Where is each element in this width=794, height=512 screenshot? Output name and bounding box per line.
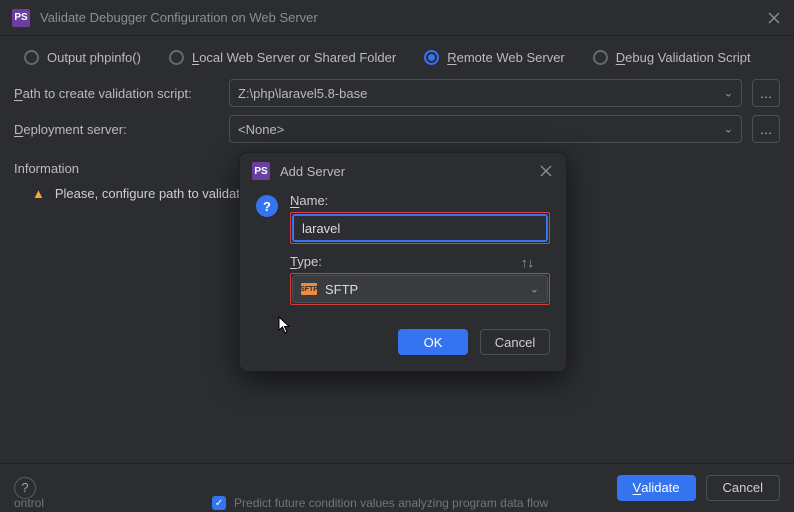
radio-icon: [424, 50, 439, 65]
deployment-value: <None>: [238, 122, 284, 137]
add-server-dialog: PS Add Server ? Name: ↑↓ Type: SFTP SFTP…: [239, 152, 567, 372]
server-type-select[interactable]: SFTP SFTP ⌄: [292, 275, 548, 303]
path-browse-button[interactable]: …: [752, 79, 780, 107]
radio-icon: [593, 50, 608, 65]
type-field-highlight: SFTP SFTP ⌄: [290, 273, 550, 305]
radio-label: Output phpinfo(): [47, 50, 141, 65]
modal-buttons: OK Cancel: [240, 315, 566, 371]
radio-icon: [169, 50, 184, 65]
background-footer: ontrol ✓ Predict future condition values…: [0, 496, 794, 512]
deployment-browse-button[interactable]: …: [752, 115, 780, 143]
radio-remote-server[interactable]: Remote Web Server: [424, 50, 565, 65]
path-input[interactable]: Z:\php\laravel5.8-base ⌄: [229, 79, 742, 107]
chevron-down-icon: ⌄: [724, 87, 733, 100]
radio-label: Debug Validation Script: [616, 50, 751, 65]
warning-icon: ▲: [32, 186, 45, 201]
deployment-select[interactable]: <None> ⌄: [229, 115, 742, 143]
sftp-icon: SFTP: [301, 283, 317, 295]
window-title: Validate Debugger Configuration on Web S…: [40, 10, 318, 25]
name-label: Name:: [290, 193, 550, 208]
chevron-down-icon: ⌄: [530, 283, 539, 296]
modal-close-button[interactable]: [538, 163, 554, 179]
radio-label: Remote Web Server: [447, 50, 565, 65]
app-logo-icon: PS: [12, 9, 30, 27]
main-titlebar: PS Validate Debugger Configuration on We…: [0, 0, 794, 36]
name-field-highlight: [290, 212, 550, 244]
app-logo-icon: PS: [252, 162, 270, 180]
radio-label: Local Web Server or Shared Folder: [192, 50, 396, 65]
modal-cancel-button[interactable]: Cancel: [480, 329, 550, 355]
checkbox-icon: ✓: [212, 496, 226, 510]
deployment-label: Deployment server:: [14, 122, 219, 137]
footer-word: ontrol: [14, 496, 44, 510]
ellipsis-icon: …: [760, 86, 773, 101]
radio-debug-script[interactable]: Debug Validation Script: [593, 50, 751, 65]
chevron-down-icon: ⌄: [724, 123, 733, 136]
deployment-row: Deployment server: <None> ⌄ …: [0, 111, 794, 147]
path-value: Z:\php\laravel5.8-base: [238, 86, 367, 101]
window-close-button[interactable]: [766, 10, 782, 26]
path-row: Path to create validation script: Z:\php…: [0, 75, 794, 111]
footer-hint-text: Predict future condition values analyzin…: [234, 496, 548, 510]
path-label: Path to create validation script:: [14, 86, 219, 101]
modal-title: Add Server: [280, 164, 345, 179]
ok-button[interactable]: OK: [398, 329, 468, 355]
type-label: Type:: [290, 254, 550, 269]
radio-phpinfo[interactable]: Output phpinfo(): [24, 50, 141, 65]
server-name-input[interactable]: [292, 214, 548, 242]
type-value: SFTP: [325, 282, 358, 297]
ellipsis-icon: …: [760, 122, 773, 137]
output-mode-radios: Output phpinfo() Local Web Server or Sha…: [0, 36, 794, 75]
radio-icon: [24, 50, 39, 65]
sort-icon[interactable]: ↑↓: [521, 255, 534, 270]
help-icon[interactable]: ?: [256, 195, 278, 217]
modal-titlebar: PS Add Server: [240, 153, 566, 189]
radio-local-server[interactable]: Local Web Server or Shared Folder: [169, 50, 396, 65]
